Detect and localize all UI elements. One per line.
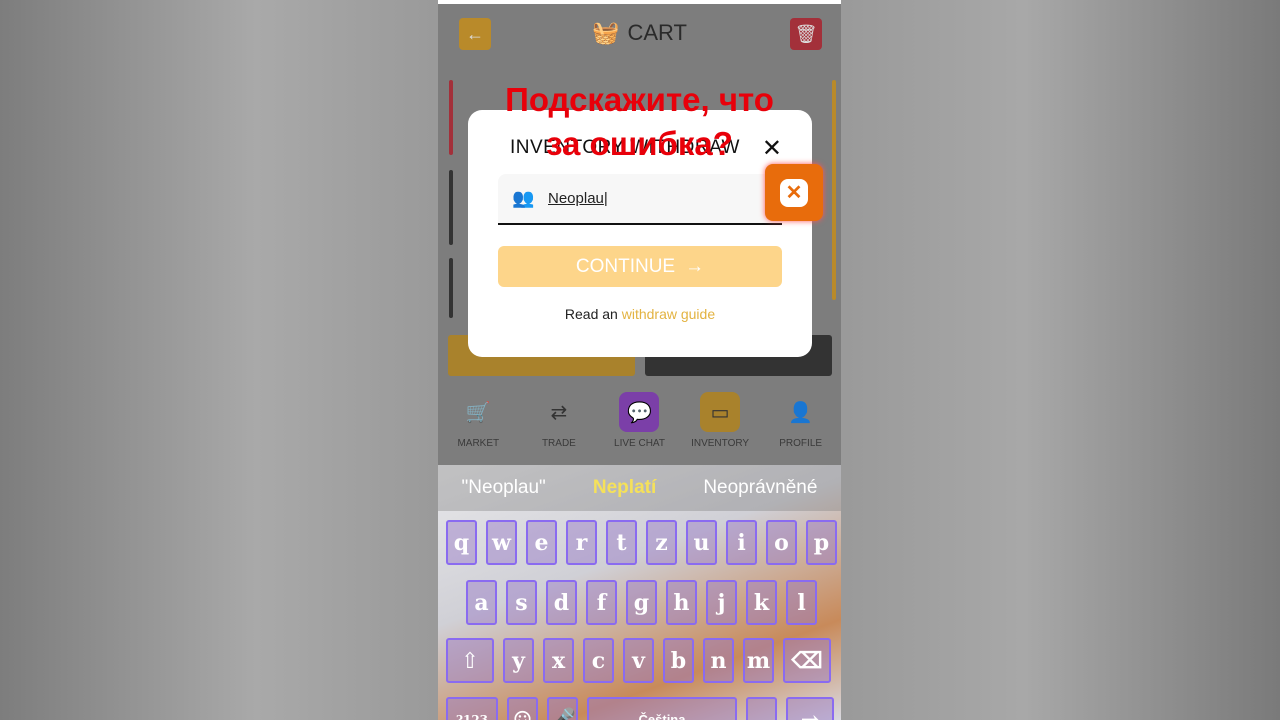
keyboard: "Neoplau" Neplatí Neoprávněné qwertzuiop… <box>438 465 841 720</box>
key-e[interactable]: e <box>526 520 557 565</box>
key-c[interactable]: c <box>583 638 614 683</box>
key-z[interactable]: z <box>646 520 677 565</box>
chat-icon: 💬 <box>619 392 660 432</box>
emoji-key[interactable]: ☺ <box>507 697 538 720</box>
mic-key[interactable]: 🎤 <box>547 697 578 720</box>
nav-market[interactable]: 🛒 MARKET <box>438 392 518 460</box>
key-q[interactable]: q <box>446 520 477 565</box>
punctuation-key[interactable]: . <box>746 697 777 720</box>
key-w[interactable]: w <box>486 520 517 565</box>
key-a[interactable]: a <box>466 580 497 625</box>
suggestion[interactable]: Neoprávněné <box>703 477 817 499</box>
key-x[interactable]: x <box>543 638 574 683</box>
key-j[interactable]: j <box>706 580 737 625</box>
phone-screen: ← 🧺 CART 🗑 🛒 MARKET ⇄ TRADE 💬 LIVE CHAT ▭ INV… <box>438 0 841 720</box>
user-icon: 👤 <box>788 401 814 424</box>
key-k[interactable]: k <box>746 580 777 625</box>
error-badge: ✕ <box>765 164 823 221</box>
key-n[interactable]: n <box>703 638 734 683</box>
symbols-key[interactable]: ?123 <box>446 697 498 720</box>
item-bar <box>449 170 453 245</box>
key-y[interactable]: y <box>503 638 534 683</box>
key-m[interactable]: m <box>743 638 774 683</box>
status-bar <box>438 0 841 4</box>
box-icon: ▭ <box>700 392 741 432</box>
delete-button[interactable]: 🗑 <box>790 18 822 50</box>
key-h[interactable]: h <box>666 580 697 625</box>
swap-icon: ⇄ <box>550 401 568 424</box>
nav-inventory[interactable]: ▭ INVENTORY <box>680 392 760 460</box>
backspace-key[interactable]: ⌫ <box>783 638 831 683</box>
key-r[interactable]: r <box>566 520 597 565</box>
key-d[interactable]: d <box>546 580 577 625</box>
key-b[interactable]: b <box>663 638 694 683</box>
withdraw-guide-link[interactable]: withdraw guide <box>622 306 715 322</box>
cart-icon: 🛒 <box>465 401 491 424</box>
bottom-nav: 🛒 MARKET ⇄ TRADE 💬 LIVE CHAT ▭ INVENTORY 👤 PR… <box>438 392 841 460</box>
suggestion-bar: "Neoplau" Neplatí Neoprávněné <box>438 465 841 511</box>
shift-key[interactable]: ⇧ <box>446 638 494 683</box>
key-i[interactable]: i <box>726 520 757 565</box>
suggestion[interactable]: Neplatí <box>593 477 656 499</box>
key-s[interactable]: s <box>506 580 537 625</box>
guide-text: Read an withdraw guide <box>564 306 716 322</box>
username-input[interactable]: 👥 Neoplau | <box>498 174 782 225</box>
item-bar <box>449 258 453 318</box>
nav-profile[interactable]: 👤 PROFILE <box>761 392 841 460</box>
key-l[interactable]: l <box>786 580 817 625</box>
key-u[interactable]: u <box>686 520 717 565</box>
nav-trade[interactable]: ⇄ TRADE <box>519 392 599 460</box>
key-t[interactable]: t <box>606 520 637 565</box>
key-g[interactable]: g <box>626 580 657 625</box>
page-title: 🧺 CART <box>592 20 687 45</box>
users-icon: 👥 <box>512 188 535 208</box>
continue-button[interactable]: CONTINUE → <box>498 246 782 287</box>
key-f[interactable]: f <box>586 580 617 625</box>
nav-live-chat[interactable]: 💬 LIVE CHAT <box>599 392 679 460</box>
basket-icon: 🧺 <box>592 20 620 45</box>
error-x-icon: ✕ <box>780 178 808 207</box>
key-o[interactable]: o <box>766 520 797 565</box>
key-p[interactable]: p <box>806 520 837 565</box>
key-v[interactable]: v <box>623 638 654 683</box>
enter-key[interactable]: → <box>786 697 834 720</box>
arrow-right-icon: → <box>685 255 705 277</box>
space-key[interactable]: Čeština <box>587 697 737 720</box>
overlay-caption: Подскажите, что за ошибка? <box>505 81 774 162</box>
suggestion[interactable]: "Neoplau" <box>462 477 546 499</box>
